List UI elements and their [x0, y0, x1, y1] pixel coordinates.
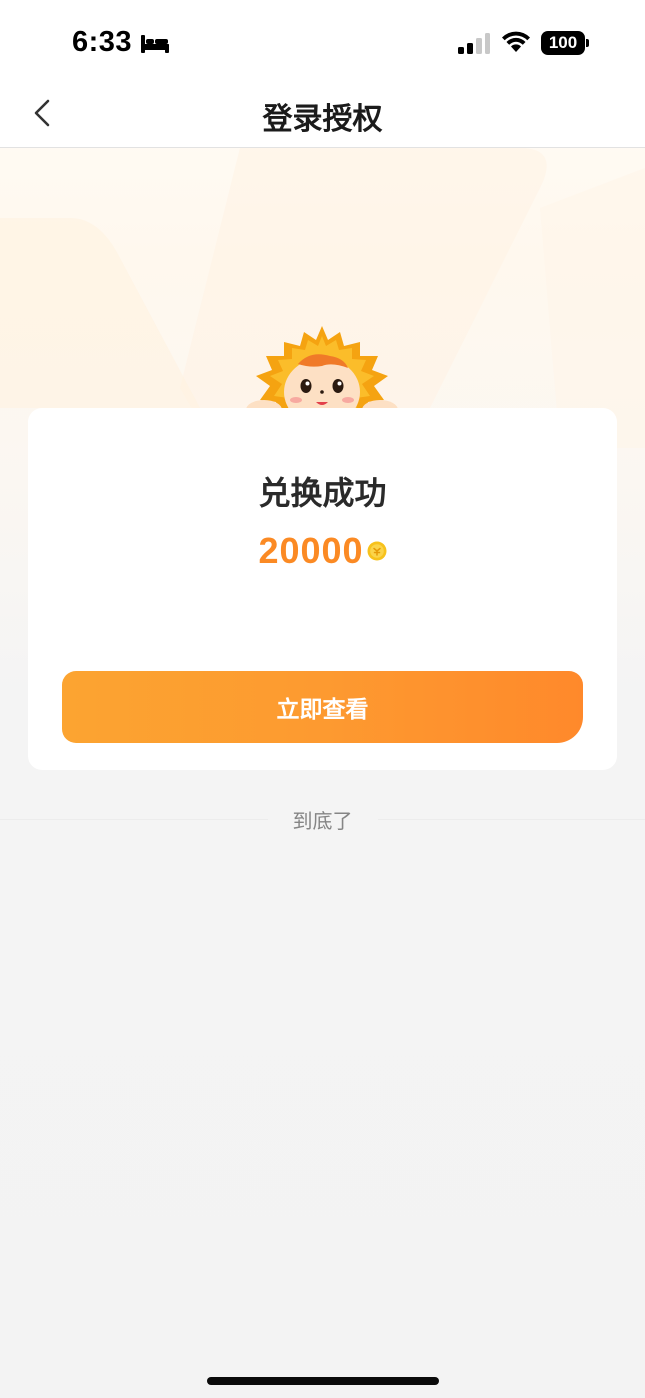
status-time: 6:33: [72, 26, 133, 58]
success-card: 兑换成功 20000 立即查看: [28, 408, 617, 770]
divider-right: [378, 819, 645, 820]
battery-icon: 100: [541, 31, 589, 55]
home-indicator[interactable]: [207, 1377, 439, 1385]
coin-amount: 20000: [258, 530, 364, 571]
page-title: 登录授权: [262, 102, 383, 137]
nav-bar: 登录授权: [0, 88, 645, 148]
battery-cap: [586, 39, 589, 47]
wifi-icon: [502, 31, 530, 52]
battery-level: 100: [548, 33, 578, 52]
signal-icon: [458, 33, 490, 54]
success-title: 兑换成功: [258, 474, 387, 512]
bed-icon: [141, 35, 169, 53]
screen: 6:33 100 登录授权 兑换成功 20000 立即查看 到底了: [0, 0, 645, 1398]
view-now-button[interactable]: 立即查看: [62, 671, 583, 743]
status-bar: 6:33 100: [0, 0, 645, 88]
amount-row: 20000: [28, 530, 617, 576]
end-of-list: 到底了: [0, 805, 645, 835]
coin-icon: [367, 541, 387, 561]
mascot-illustration: [246, 326, 398, 414]
